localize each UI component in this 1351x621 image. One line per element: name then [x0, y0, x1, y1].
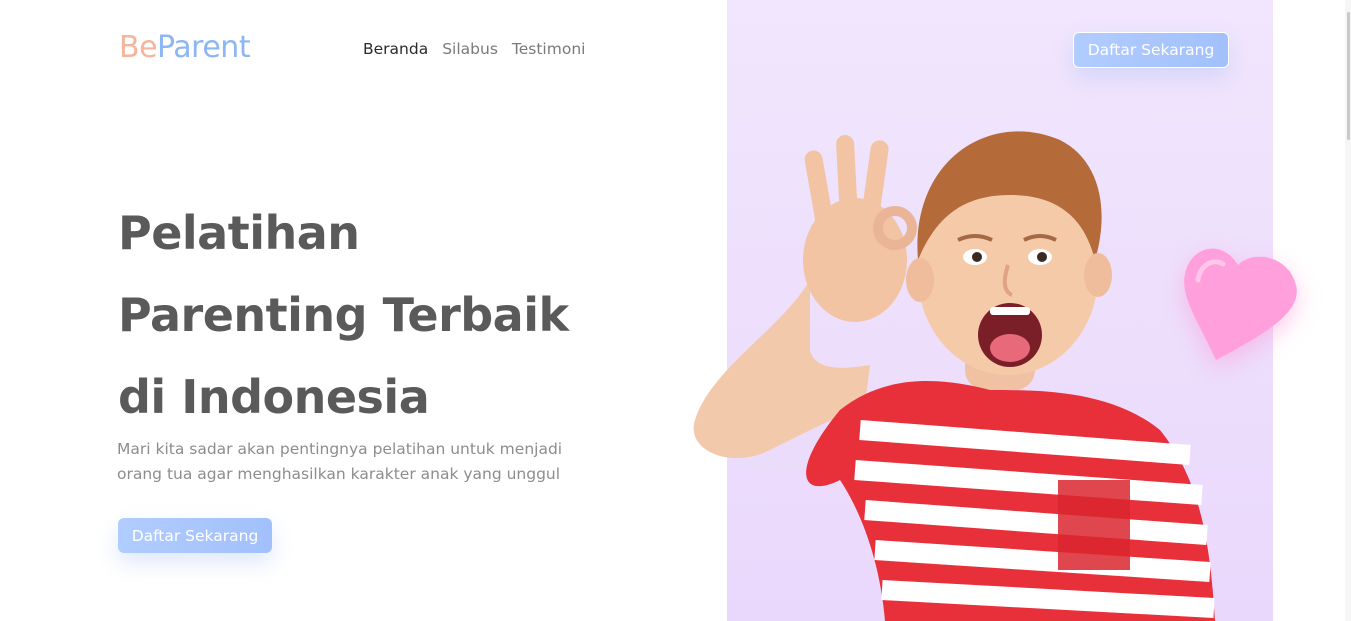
header-register-button[interactable]: Daftar Sekarang [1073, 32, 1229, 68]
heart-icon [1184, 248, 1297, 360]
hero-subtitle-line-1: Mari kita sadar akan pentingnya pelatiha… [117, 440, 563, 458]
hero-subtitle-line-2: orang tua agar menghasilkan karakter ana… [117, 465, 561, 483]
hero-title-line-2: Parenting Terbaik [118, 288, 569, 342]
hero-title-line-1: Pelatihan [118, 206, 360, 260]
logo[interactable]: BeParent [119, 30, 251, 65]
child-okay-sign-photo [693, 131, 1215, 621]
logo-parent: Parent [157, 30, 251, 65]
hero-title: Pelatihan Parenting Terbaik di Indonesia [118, 192, 638, 438]
hero-register-button[interactable]: Daftar Sekarang [118, 518, 272, 553]
scrollbar-thumb[interactable] [1347, 12, 1350, 140]
nav-item-testimoni[interactable]: Testimoni [512, 40, 586, 58]
nav-item-beranda[interactable]: Beranda [363, 40, 428, 58]
logo-be: Be [119, 30, 158, 65]
nav-item-silabus[interactable]: Silabus [442, 40, 498, 58]
landing-page: BeParent Beranda Silabus Testimoni Dafta… [0, 0, 1351, 621]
main-nav: Beranda Silabus Testimoni [363, 40, 585, 58]
hero-subtitle: Mari kita sadar akan pentingnya pelatiha… [117, 437, 597, 487]
hero-title-line-3: di Indonesia [118, 370, 430, 424]
